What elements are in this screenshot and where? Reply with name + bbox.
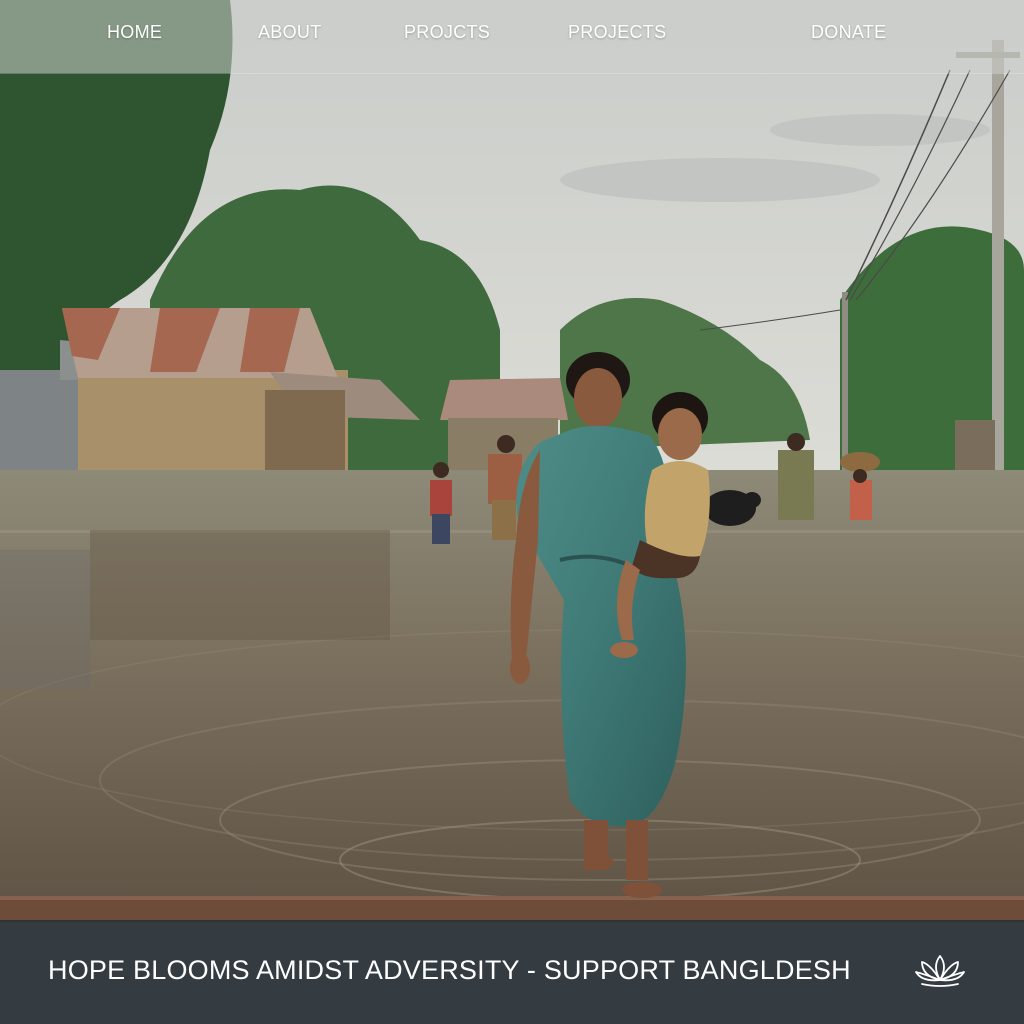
- lotus-icon: [915, 955, 965, 987]
- hero-photo: [0, 0, 1024, 922]
- nav-home-link[interactable]: HOME: [107, 22, 162, 43]
- page: HOME ABOUT PROJCTS PROJECTS DONATE HOPE …: [0, 0, 1024, 1024]
- nav-projects-link[interactable]: PROJECTS: [568, 22, 666, 43]
- nav-donate-link[interactable]: DONATE: [811, 22, 886, 43]
- nav-projcts-link[interactable]: PROJCTS: [404, 22, 490, 43]
- top-nav: HOME ABOUT PROJCTS PROJECTS DONATE: [0, 0, 1024, 73]
- nav-about-link[interactable]: ABOUT: [258, 22, 322, 43]
- banner-headline: HOPE BLOOMS AMIDST ADVERSITY - SUPPORT B…: [48, 955, 851, 985]
